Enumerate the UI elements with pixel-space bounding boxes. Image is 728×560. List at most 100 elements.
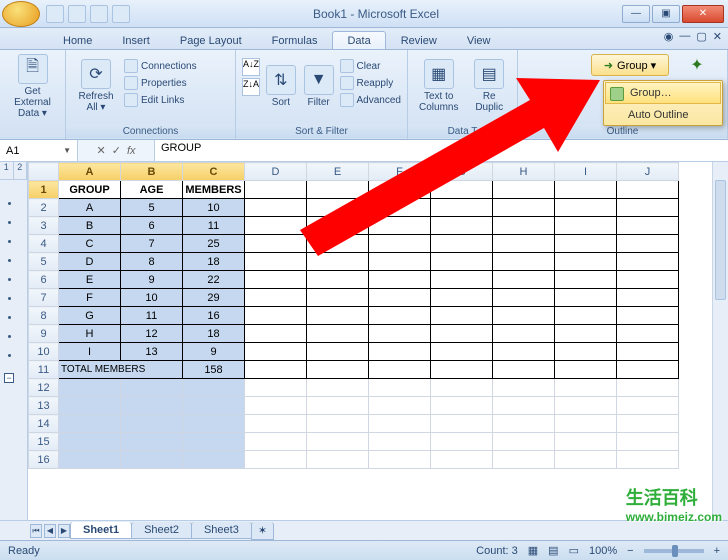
- outline-collapse-button[interactable]: −: [4, 373, 14, 383]
- cell-D5[interactable]: [245, 253, 307, 271]
- cell-J12[interactable]: [617, 379, 679, 397]
- cell-F4[interactable]: [369, 235, 431, 253]
- col-header-G[interactable]: G: [431, 163, 493, 181]
- cell-G7[interactable]: [431, 289, 493, 307]
- cell-I4[interactable]: [555, 235, 617, 253]
- cell-J3[interactable]: [617, 217, 679, 235]
- qat-customize-icon[interactable]: [112, 5, 130, 23]
- sort-button[interactable]: ⇅Sort: [262, 52, 300, 120]
- outline-dot[interactable]: [8, 259, 11, 262]
- cell-E9[interactable]: [307, 325, 369, 343]
- cell-G6[interactable]: [431, 271, 493, 289]
- cell-G8[interactable]: [431, 307, 493, 325]
- cell-E3[interactable]: [307, 217, 369, 235]
- cell-B6[interactable]: 9: [121, 271, 183, 289]
- filter-button[interactable]: ▼Filter: [300, 52, 338, 120]
- cell-I3[interactable]: [555, 217, 617, 235]
- cell-H9[interactable]: [493, 325, 555, 343]
- row-header-16[interactable]: 16: [29, 451, 59, 469]
- remove-duplicates-button[interactable]: ▤Re Duplic: [465, 52, 513, 120]
- row-header-11[interactable]: 11: [29, 361, 59, 379]
- cell-E15[interactable]: [307, 433, 369, 451]
- cell-H8[interactable]: [493, 307, 555, 325]
- col-header-F[interactable]: F: [369, 163, 431, 181]
- menu-item-group[interactable]: Group…: [605, 82, 721, 104]
- outline-dot[interactable]: [8, 297, 11, 300]
- close-button[interactable]: ✕: [682, 5, 724, 23]
- cell-E12[interactable]: [307, 379, 369, 397]
- cell-A6[interactable]: E: [59, 271, 121, 289]
- formula-input[interactable]: GROUP: [154, 140, 728, 161]
- cell-G5[interactable]: [431, 253, 493, 271]
- cell-G13[interactable]: [431, 397, 493, 415]
- row-header-7[interactable]: 7: [29, 289, 59, 307]
- cell-F8[interactable]: [369, 307, 431, 325]
- sheet-tab-3[interactable]: Sheet3: [191, 522, 252, 539]
- col-header-B[interactable]: B: [121, 163, 183, 181]
- scrollbar-thumb[interactable]: [715, 180, 726, 300]
- cell-G4[interactable]: [431, 235, 493, 253]
- cell-G16[interactable]: [431, 451, 493, 469]
- cell-D4[interactable]: [245, 235, 307, 253]
- outline-dot[interactable]: [8, 335, 11, 338]
- sort-desc-button[interactable]: Z↓A: [242, 78, 260, 96]
- reapply-button[interactable]: Reapply: [338, 75, 403, 91]
- edit-links-button[interactable]: Edit Links: [122, 92, 199, 108]
- outline-dot[interactable]: [8, 278, 11, 281]
- cell-G14[interactable]: [431, 415, 493, 433]
- cell-I8[interactable]: [555, 307, 617, 325]
- cell-H4[interactable]: [493, 235, 555, 253]
- cell-H2[interactable]: [493, 199, 555, 217]
- zoom-level[interactable]: 100%: [589, 545, 617, 557]
- cell-G1[interactable]: [431, 181, 493, 199]
- cell-A13[interactable]: [59, 397, 121, 415]
- cell-D12[interactable]: [245, 379, 307, 397]
- cell-H13[interactable]: [493, 397, 555, 415]
- cell-J16[interactable]: [617, 451, 679, 469]
- outline-dot[interactable]: [8, 316, 11, 319]
- cell-A3[interactable]: B: [59, 217, 121, 235]
- minimize-ribbon-icon[interactable]: —: [679, 30, 690, 43]
- cell-J14[interactable]: [617, 415, 679, 433]
- tab-home[interactable]: Home: [48, 31, 107, 49]
- cell-I15[interactable]: [555, 433, 617, 451]
- cell-G12[interactable]: [431, 379, 493, 397]
- cell-F3[interactable]: [369, 217, 431, 235]
- row-header-5[interactable]: 5: [29, 253, 59, 271]
- cell-J8[interactable]: [617, 307, 679, 325]
- row-header-13[interactable]: 13: [29, 397, 59, 415]
- cell-I14[interactable]: [555, 415, 617, 433]
- cell-E2[interactable]: [307, 199, 369, 217]
- cell-I9[interactable]: [555, 325, 617, 343]
- cell-B13[interactable]: [121, 397, 183, 415]
- zoom-out-icon[interactable]: −: [627, 545, 633, 557]
- cell-A2[interactable]: A: [59, 199, 121, 217]
- connections-button[interactable]: Connections: [122, 58, 199, 74]
- refresh-all-button[interactable]: ⟳Refresh All ▾: [70, 52, 122, 120]
- cell-J9[interactable]: [617, 325, 679, 343]
- cell-B15[interactable]: [121, 433, 183, 451]
- cell-F12[interactable]: [369, 379, 431, 397]
- cell-A4[interactable]: C: [59, 235, 121, 253]
- cell-H3[interactable]: [493, 217, 555, 235]
- cell-F11[interactable]: [369, 361, 431, 379]
- cell-C3[interactable]: 11: [183, 217, 245, 235]
- cell-F5[interactable]: [369, 253, 431, 271]
- cell-A10[interactable]: I: [59, 343, 121, 361]
- row-header-12[interactable]: 12: [29, 379, 59, 397]
- row-header-15[interactable]: 15: [29, 433, 59, 451]
- qat-undo-icon[interactable]: [68, 5, 86, 23]
- cell-J15[interactable]: [617, 433, 679, 451]
- cell-D13[interactable]: [245, 397, 307, 415]
- outline-dot[interactable]: [8, 221, 11, 224]
- cell-A8[interactable]: G: [59, 307, 121, 325]
- cell-C14[interactable]: [183, 415, 245, 433]
- cell-C1[interactable]: MEMBERS: [183, 181, 245, 199]
- text-to-columns-button[interactable]: ▦Text to Columns: [412, 52, 465, 120]
- cell-B10[interactable]: 13: [121, 343, 183, 361]
- cell-H16[interactable]: [493, 451, 555, 469]
- cell-I2[interactable]: [555, 199, 617, 217]
- cancel-formula-icon[interactable]: ✕: [97, 144, 106, 157]
- cell-A1[interactable]: GROUP: [59, 181, 121, 199]
- qat-redo-icon[interactable]: [90, 5, 108, 23]
